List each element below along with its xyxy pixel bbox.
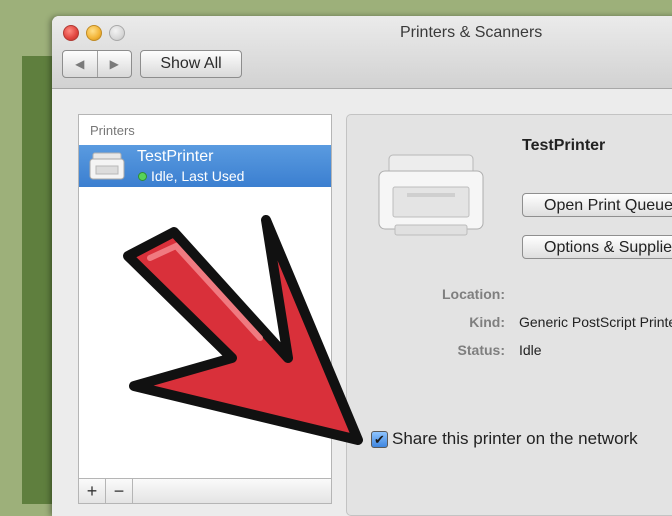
show-all-button[interactable]: Show All — [140, 50, 242, 78]
back-forward-control: ◀ ▶ — [62, 50, 132, 78]
close-window-button[interactable] — [63, 25, 79, 41]
printers-list-header: Printers — [90, 123, 135, 138]
title-bar: Printers & Scanners ◀ ▶ Show All — [52, 16, 672, 89]
back-button[interactable]: ◀ — [63, 51, 97, 77]
printer-detail-panel: TestPrinter Open Print Queue... Options … — [346, 114, 672, 516]
zoom-window-button[interactable] — [109, 25, 125, 41]
open-print-queue-button[interactable]: Open Print Queue... — [522, 193, 672, 217]
printer-list-item[interactable]: TestPrinter Idle, Last Used — [79, 145, 331, 187]
printer-name: TestPrinter — [137, 148, 214, 165]
printer-icon — [378, 154, 484, 236]
printer-title: TestPrinter — [522, 137, 606, 154]
status-value: Idle — [519, 342, 542, 358]
share-printer-row: ✔ Share this printer on the network — [371, 429, 638, 449]
kind-label: Kind: — [469, 314, 505, 330]
remove-printer-button[interactable]: − — [106, 479, 133, 503]
forward-button[interactable]: ▶ — [96, 51, 132, 77]
chevron-right-icon: ▶ — [109, 57, 119, 71]
window-title: Printers & Scanners — [400, 24, 543, 41]
printer-icon — [89, 152, 125, 180]
status-label: Status: — [457, 342, 505, 358]
list-footer: + − — [78, 478, 332, 504]
share-printer-label: Share this printer on the network — [392, 429, 638, 448]
status-indicator-icon — [138, 172, 147, 181]
printer-status: Idle, Last Used — [151, 168, 245, 184]
options-supplies-button[interactable]: Options & Supplies... — [522, 235, 672, 259]
chevron-left-icon: ◀ — [75, 57, 85, 71]
add-printer-button[interactable]: + — [79, 479, 106, 503]
kind-value: Generic PostScript Printer — [519, 314, 672, 330]
red-arrow-icon — [123, 215, 363, 445]
minimize-window-button[interactable] — [86, 25, 102, 41]
location-label: Location: — [442, 286, 505, 302]
